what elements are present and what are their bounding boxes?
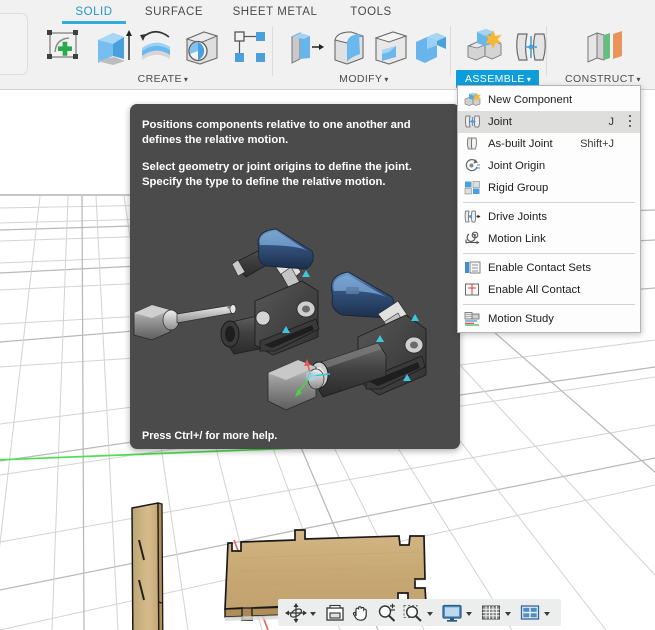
menu-item-as-built-joint[interactable]: As-built Joint Shift+J xyxy=(458,133,640,155)
display-settings-button[interactable] xyxy=(439,599,478,626)
tooltip-footer: Press Ctrl+/ for more help. xyxy=(142,430,278,442)
viewports-icon xyxy=(520,604,540,620)
menu-item-label: New Component xyxy=(488,94,573,106)
chevron-down-icon: ▾ xyxy=(636,75,641,84)
clamp-grip-left xyxy=(257,228,314,270)
panel-divider xyxy=(272,26,273,76)
chevron-down-icon: ▾ xyxy=(526,75,532,84)
display-settings-icon xyxy=(442,604,462,622)
menu-item-motion-study[interactable]: Motion Study xyxy=(458,308,640,330)
fillet-icon[interactable] xyxy=(329,28,369,71)
viewports-button[interactable] xyxy=(517,599,556,626)
tab-surface[interactable]: SURFACE xyxy=(133,6,215,21)
menu-item-label: Motion Link xyxy=(488,233,546,245)
menu-item-label: Enable Contact Sets xyxy=(488,262,591,274)
toggle-clamp-joint-illustration xyxy=(133,228,427,411)
motion-link-icon xyxy=(464,231,483,247)
pan-button[interactable] xyxy=(348,599,374,626)
menu-item-label: As-built Joint xyxy=(488,138,553,150)
create-sketch-icon[interactable] xyxy=(44,28,84,71)
menu-separator xyxy=(463,202,635,203)
chevron-down-icon: ▾ xyxy=(183,75,189,84)
zoom-window-button[interactable] xyxy=(400,599,439,626)
tab-solid[interactable]: SOLID xyxy=(62,6,126,24)
panel-label-modify[interactable]: MODIFY ▾ xyxy=(329,73,399,85)
joint-origin-icon xyxy=(464,158,483,174)
chevron-down-icon: ▾ xyxy=(384,75,389,84)
revolve-icon[interactable] xyxy=(136,28,178,71)
enable-contact-sets-icon xyxy=(464,260,483,276)
motion-study-icon xyxy=(464,311,483,327)
menu-item-shortcut: J xyxy=(608,116,615,128)
view-navigation-bar xyxy=(278,599,561,626)
menu-item-enable-contact-sets[interactable]: Enable Contact Sets xyxy=(458,257,640,279)
look-at-button[interactable] xyxy=(322,599,348,626)
joint-marker xyxy=(302,270,310,277)
ribbon-toolbar: SOLID SURFACE SHEET METAL TOOLS CREATE ▾… xyxy=(0,0,655,90)
menu-separator xyxy=(463,253,635,254)
as-built-joint-icon xyxy=(464,136,483,152)
fusion360-window: SOLID SURFACE SHEET METAL TOOLS CREATE ▾… xyxy=(0,0,655,630)
panel-label-create[interactable]: CREATE ▾ xyxy=(128,73,198,85)
menu-item-motion-link[interactable]: Motion Link xyxy=(458,228,640,250)
zoom-button[interactable] xyxy=(374,599,400,626)
chevron-down-icon[interactable] xyxy=(505,611,511,616)
assemble-dropdown-menu[interactable]: New Component Joint J As-built Joint Shi… xyxy=(457,85,641,333)
rigid-group-icon xyxy=(464,180,483,196)
pattern-icon[interactable] xyxy=(232,28,270,71)
chevron-down-icon[interactable] xyxy=(466,611,472,616)
shell-icon[interactable] xyxy=(371,28,411,71)
menu-item-enable-all-contact[interactable]: Enable All Contact xyxy=(458,279,640,301)
menu-item-drive-joints[interactable]: Drive Joints xyxy=(458,206,640,228)
menu-item-new-component[interactable]: New Component xyxy=(458,89,640,111)
clamp-base-left xyxy=(254,280,320,356)
menu-item-label: Enable All Contact xyxy=(488,284,581,296)
menu-item-label: Drive Joints xyxy=(488,211,548,223)
zoom-window-icon xyxy=(403,604,422,622)
chevron-down-icon[interactable] xyxy=(544,611,550,616)
chevron-down-icon[interactable] xyxy=(427,611,433,616)
offset-plane-icon[interactable] xyxy=(584,28,628,71)
chevron-down-icon[interactable] xyxy=(310,611,316,616)
enable-all-contact-icon xyxy=(464,282,483,298)
menu-item-shortcut: Shift+J xyxy=(580,138,614,150)
menu-item-joint[interactable]: Joint J xyxy=(458,111,640,133)
extrude-icon[interactable] xyxy=(93,28,133,71)
drive-joints-icon xyxy=(464,209,483,225)
orbit-button[interactable] xyxy=(283,599,322,626)
new-component-icon[interactable] xyxy=(463,28,503,71)
menu-item-label: Motion Study xyxy=(488,313,554,325)
press-pull-icon[interactable] xyxy=(288,28,326,71)
tab-tools[interactable]: TOOLS xyxy=(340,6,402,21)
joint-command-tooltip: Positions components relative to one ano… xyxy=(130,104,460,449)
tooltip-paragraph-1: Positions components relative to one ano… xyxy=(142,119,411,146)
grid-snaps-icon xyxy=(482,605,500,619)
tooltip-text: Positions components relative to one ano… xyxy=(142,118,450,202)
zoom-icon xyxy=(378,603,396,622)
ribbon-tab-row: SOLID SURFACE SHEET METAL TOOLS xyxy=(0,6,655,28)
hole-icon[interactable] xyxy=(182,28,222,71)
menu-item-overflow-icon[interactable] xyxy=(628,114,631,130)
plywood-side-panel xyxy=(131,502,164,630)
menu-item-rigid-group[interactable]: Rigid Group xyxy=(458,177,640,199)
joint-marker xyxy=(411,314,419,321)
look-at-icon xyxy=(326,604,344,621)
menu-item-joint-origin[interactable]: Joint Origin xyxy=(458,155,640,177)
combine-icon[interactable] xyxy=(413,28,451,71)
tab-sheet-metal[interactable]: SHEET METAL xyxy=(220,6,330,21)
panel-label-construct[interactable]: CONSTRUCT ▾ xyxy=(556,73,650,85)
tooltip-paragraph-2: Select geometry or joint origins to defi… xyxy=(142,161,412,188)
orbit-icon xyxy=(285,602,307,623)
grid-snaps-button[interactable] xyxy=(478,599,517,626)
joint-icon[interactable] xyxy=(512,28,550,71)
menu-item-label: Joint xyxy=(488,116,512,128)
new-component-icon xyxy=(464,92,483,108)
menu-item-label: Rigid Group xyxy=(488,182,549,194)
pan-hand-icon xyxy=(352,605,367,621)
menu-separator xyxy=(463,304,635,305)
joint-icon xyxy=(464,114,483,130)
menu-item-label: Joint Origin xyxy=(488,160,546,172)
